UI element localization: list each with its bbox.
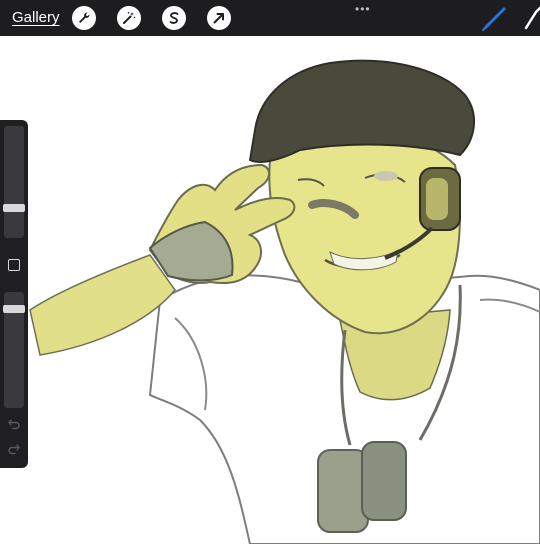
top-toolbar: Gallery ••• [0,0,540,36]
brush-tool-button[interactable] [480,4,510,32]
selection-s-icon [169,12,179,24]
smudge-finger-icon [524,6,540,30]
magic-wand-icon [123,12,136,24]
transform-button[interactable] [207,6,231,30]
wrench-icon [79,12,90,23]
more-dots-handle[interactable]: ••• [355,2,371,16]
gallery-button[interactable]: Gallery [12,9,60,26]
brush-icon [482,7,506,31]
right-eye [374,171,398,181]
forearm-shape [29,254,176,356]
actions-wrench-button[interactable] [72,6,96,30]
selection-button[interactable] [162,6,186,30]
headset-earcup-inner [426,178,448,220]
drawing-canvas[interactable] [0,36,540,544]
dog-tag-back [361,441,407,521]
transform-arrow-icon [213,13,224,24]
smudge-tool-button[interactable] [522,4,540,32]
adjustments-button[interactable] [117,6,141,30]
dog-tag-front [317,449,369,533]
